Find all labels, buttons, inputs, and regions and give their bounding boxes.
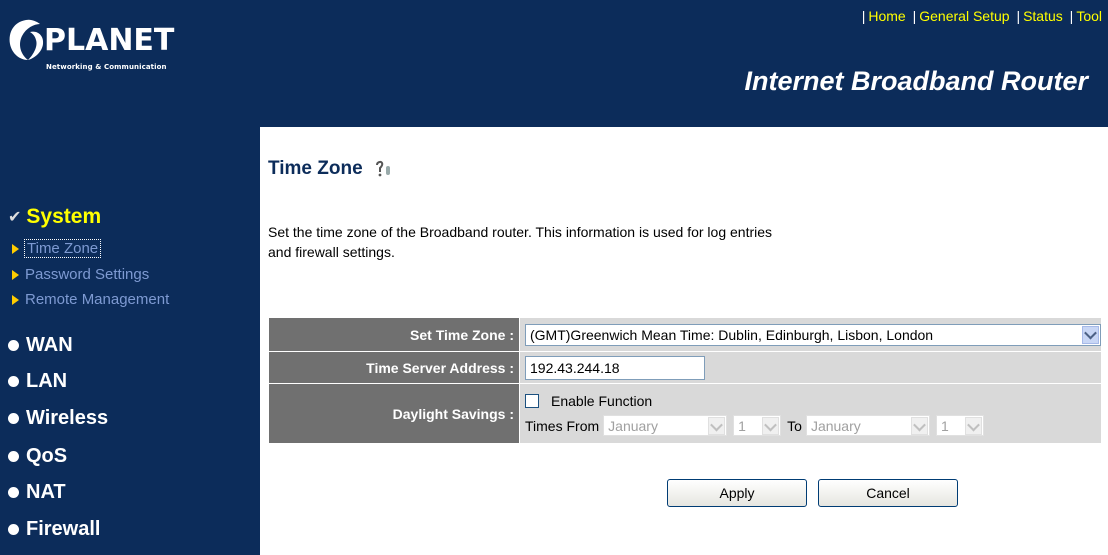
sidebar-menu: ✔ System Time Zone Password Settings Rem… xyxy=(0,127,260,555)
to-label: To xyxy=(787,417,802,434)
from-day-select[interactable]: 1 xyxy=(733,415,782,436)
sidebar-subitem-time-zone[interactable]: Time Zone xyxy=(12,239,102,258)
daylight-savings-cell: Enable Function Times From January 1 To … xyxy=(519,383,1102,444)
bullet-icon xyxy=(8,340,19,351)
apply-button[interactable]: Apply xyxy=(667,479,807,507)
help-icon[interactable] xyxy=(373,160,393,178)
sidebar-item-label: System xyxy=(26,205,102,228)
check-icon: ✔ xyxy=(8,209,22,226)
description-line: and firewall settings. xyxy=(268,244,395,260)
sidebar-item-wan[interactable]: WAN xyxy=(8,334,73,357)
header-banner: PLANET Networking & Communication | Home … xyxy=(0,0,1108,127)
time-server-input[interactable]: 192.43.244.18 xyxy=(525,355,705,380)
bullet-icon xyxy=(8,376,19,387)
sidebar-item-label: NAT xyxy=(26,481,66,503)
bullet-icon xyxy=(8,413,19,424)
sidebar-item-lan[interactable]: LAN xyxy=(8,370,67,393)
time-zone-settings-table: Set Time Zone : (GMT)Greenwich Mean Time… xyxy=(268,317,1102,444)
time-server-label: Time Server Address : xyxy=(268,351,520,384)
chevron-down-icon xyxy=(910,417,928,435)
sidebar-item-label: QoS xyxy=(26,445,68,467)
to-day-select[interactable]: 1 xyxy=(935,415,984,436)
from-month-select[interactable]: January xyxy=(603,415,728,436)
enable-function-checkbox[interactable] xyxy=(525,393,539,408)
enable-function-label: Enable Function xyxy=(551,392,653,409)
sidebar-subitem-password-settings[interactable]: Password Settings xyxy=(12,266,149,283)
chevron-down-icon xyxy=(964,417,982,435)
nav-home[interactable]: Home xyxy=(868,8,905,24)
brand-tagline: Networking & Communication xyxy=(46,63,167,71)
description-line: Set the time zone of the Broadband route… xyxy=(268,224,773,240)
bullet-icon xyxy=(8,524,19,535)
to-month-select[interactable]: January xyxy=(805,415,930,436)
daylight-savings-label: Daylight Savings : xyxy=(268,383,520,444)
arrow-right-icon xyxy=(12,294,19,305)
planet-logo-icon xyxy=(9,19,44,61)
cancel-button[interactable]: Cancel xyxy=(818,479,958,507)
sidebar-subitem-label: Time Zone xyxy=(23,239,102,258)
page-title-text: Time Zone xyxy=(268,158,363,179)
from-month-value: January xyxy=(608,417,658,434)
product-title: Internet Broadband Router xyxy=(744,66,1088,96)
time-server-row: Time Server Address : 192.43.244.18 xyxy=(268,351,1102,384)
sidebar-item-qos[interactable]: QoS xyxy=(8,445,67,468)
time-zone-select[interactable]: (GMT)Greenwich Mean Time: Dublin, Edinbu… xyxy=(525,323,1101,346)
time-zone-cell: (GMT)Greenwich Mean Time: Dublin, Edinbu… xyxy=(519,317,1102,352)
arrow-right-icon xyxy=(12,243,19,254)
sidebar-subitem-label: Password Settings xyxy=(25,266,150,283)
daylight-savings-row: Daylight Savings : Enable Function Times… xyxy=(268,383,1102,444)
sidebar-item-label: Wireless xyxy=(26,407,109,429)
bullet-icon xyxy=(8,451,19,462)
top-navigation: | Home | General Setup | Status | Tool xyxy=(861,8,1102,24)
bullet-icon xyxy=(8,487,19,498)
sidebar-item-wireless[interactable]: Wireless xyxy=(8,407,108,430)
time-server-cell: 192.43.244.18 xyxy=(519,351,1102,384)
arrow-right-icon xyxy=(12,269,19,280)
main-content: Time Zone Set the time zone of the Broad… xyxy=(260,127,1108,555)
nav-tool[interactable]: Tool xyxy=(1076,8,1102,24)
sidebar-item-nat[interactable]: NAT xyxy=(8,481,66,504)
time-zone-row: Set Time Zone : (GMT)Greenwich Mean Time… xyxy=(268,317,1102,352)
chevron-down-icon xyxy=(708,417,726,435)
to-day-value: 1 xyxy=(940,417,949,434)
nav-status[interactable]: Status xyxy=(1023,8,1063,24)
chevron-down-icon[interactable] xyxy=(1082,325,1099,344)
sidebar-subitem-label: Remote Management xyxy=(25,291,170,308)
brand-name: PLANET xyxy=(44,23,175,58)
sidebar-item-label: Firewall xyxy=(26,518,101,540)
sidebar-subitem-remote-management[interactable]: Remote Management xyxy=(12,291,169,308)
sidebar-item-system[interactable]: ✔ System xyxy=(8,205,101,229)
sidebar-item-label: WAN xyxy=(26,334,73,356)
sidebar-item-label: LAN xyxy=(26,370,68,392)
planet-logo: PLANET Networking & Communication xyxy=(8,18,208,82)
from-day-value: 1 xyxy=(738,417,746,434)
time-zone-selected-value: (GMT)Greenwich Mean Time: Dublin, Edinbu… xyxy=(530,326,934,343)
to-month-value: January xyxy=(810,417,861,434)
chevron-down-icon xyxy=(762,417,780,435)
page-title: Time Zone xyxy=(268,158,393,180)
nav-general-setup[interactable]: General Setup xyxy=(919,8,1009,24)
times-from-label: Times From xyxy=(525,417,600,434)
sidebar-item-firewall[interactable]: Firewall xyxy=(8,518,100,541)
time-zone-label: Set Time Zone : xyxy=(268,317,520,352)
page-description: Set the time zone of the Broadband route… xyxy=(268,222,988,262)
